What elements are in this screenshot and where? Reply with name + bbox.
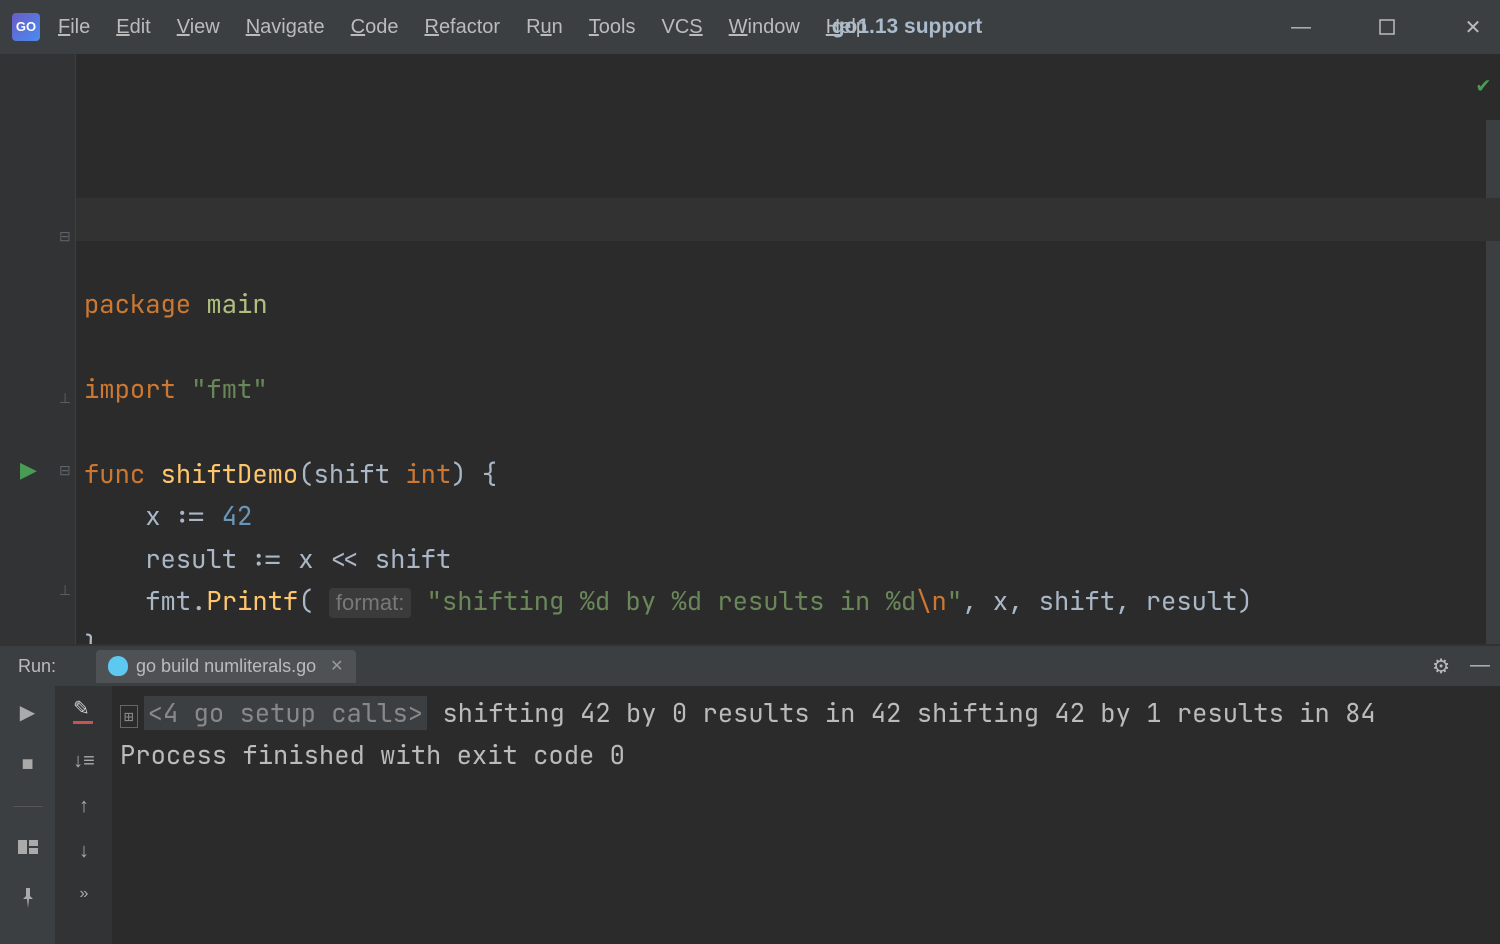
menu-run[interactable]: Run <box>526 16 563 39</box>
exit-line: Process finished with exit code 0 <box>120 738 625 772</box>
edit-icon[interactable] <box>73 700 95 728</box>
close-button[interactable]: ✕ <box>1458 15 1488 40</box>
op-shift: << <box>329 542 360 576</box>
window-controls: — ✕ <box>1286 15 1488 40</box>
app-badge: GO <box>16 19 36 34</box>
import-path: "fmt" <box>191 372 268 406</box>
stop-icon[interactable]: ■ <box>16 753 40 776</box>
app-icon: GO <box>12 13 40 41</box>
func-name: shiftDemo <box>161 457 299 491</box>
output-line: shifting 42 by 1 results in 84 <box>917 696 1376 730</box>
call-printf: Printf <box>206 584 298 618</box>
menu-window[interactable]: Window <box>729 16 800 39</box>
inspection-ok-icon[interactable]: ✔ <box>1477 64 1490 107</box>
op: := <box>176 499 207 533</box>
menu-edit[interactable]: Edit <box>116 16 150 39</box>
type: int <box>405 457 451 491</box>
scroll-down-icon[interactable]: ↓ <box>79 840 89 863</box>
fold-marker[interactable]: ⊟ <box>59 228 71 245</box>
pkg-fmt: fmt <box>145 584 191 618</box>
expand-icon[interactable]: » <box>80 885 89 903</box>
fold-expand-icon[interactable]: ⊞ <box>120 705 138 728</box>
code-editor[interactable]: ✔ package main import "fmt" func shiftDe… <box>76 54 1500 644</box>
editor-area: ▶ ⊟ ⊥ ⊟ ⊥ ✔ package main import "fmt" fu… <box>0 54 1500 644</box>
separator <box>13 806 43 807</box>
run-toolbar-inner: ↓≡ ↑ ↓ » <box>56 686 112 944</box>
menu-view[interactable]: View <box>177 16 220 39</box>
run-gutter-icon[interactable]: ▶ <box>20 457 37 483</box>
fold-marker[interactable]: ⊟ <box>59 462 71 479</box>
fold-end-marker[interactable]: ⊥ <box>59 582 71 599</box>
current-line-highlight <box>76 198 1500 241</box>
kw-import: import <box>84 372 176 406</box>
var-result: result <box>145 542 237 576</box>
soft-wrap-icon[interactable]: ↓≡ <box>73 750 95 773</box>
escape: \n <box>916 584 947 618</box>
run-panel-header: Run: go build numliterals.go ✕ ⚙ — <box>0 646 1500 686</box>
scroll-up-icon[interactable]: ↑ <box>79 795 89 818</box>
kw-package: package <box>84 287 191 321</box>
run-toolbar-left: ▶ ■ <box>0 686 56 944</box>
menu-code[interactable]: Code <box>351 16 399 39</box>
gopher-icon <box>108 656 128 676</box>
literal: 42 <box>222 499 253 533</box>
op: := <box>252 542 283 576</box>
project-title: go1.13 support <box>832 15 983 39</box>
titlebar: GO File Edit View Navigate Code Refactor… <box>0 0 1500 54</box>
gear-icon[interactable]: ⚙ <box>1432 654 1450 679</box>
folded-calls[interactable]: <4 go setup calls> <box>144 696 427 730</box>
inlay-hint: format: <box>329 588 411 618</box>
layout-icon[interactable] <box>16 837 40 860</box>
param: shift <box>314 457 391 491</box>
args: , x, shift, result) <box>962 584 1253 618</box>
hide-panel-icon[interactable]: — <box>1470 654 1490 679</box>
output-line: shifting 42 by 0 results in 42 <box>442 696 901 730</box>
run-panel-body: ▶ ■ ↓≡ ↑ ↓ » ⊞ <4 go setup calls> shiftin… <box>0 686 1500 944</box>
pin-icon[interactable] <box>16 888 40 914</box>
run-config-tab[interactable]: go build numliterals.go ✕ <box>96 650 356 683</box>
ref-shift: shift <box>375 542 452 576</box>
ref-x: x <box>298 542 313 576</box>
console-output[interactable]: ⊞ <4 go setup calls> shifting 42 by 0 res… <box>112 686 1500 944</box>
maximize-button[interactable] <box>1372 15 1402 40</box>
string-lit-end: " <box>947 584 962 618</box>
pkg-name: main <box>206 287 267 321</box>
kw-func: func <box>84 457 145 491</box>
minimize-button[interactable]: — <box>1286 15 1316 40</box>
var-x: x <box>145 499 160 533</box>
run-tab-label: go build numliterals.go <box>136 656 316 677</box>
main-menu: File Edit View Navigate Code Refactor Ru… <box>58 16 867 39</box>
fold-end-marker[interactable]: ⊥ <box>59 390 71 407</box>
code-content: package main import "fmt" func shiftDemo… <box>84 283 1500 645</box>
menu-tools[interactable]: Tools <box>589 16 636 39</box>
run-panel: Run: go build numliterals.go ✕ ⚙ — ▶ ■ ↓… <box>0 644 1500 944</box>
menu-file[interactable]: File <box>58 16 90 39</box>
editor-gutter[interactable]: ▶ ⊟ ⊥ ⊟ ⊥ <box>0 54 76 644</box>
menu-vcs[interactable]: VCS <box>662 16 703 39</box>
run-panel-label: Run: <box>18 656 56 677</box>
string-lit: "shifting %d by %d results in %d <box>427 584 917 618</box>
menu-refactor[interactable]: Refactor <box>424 16 500 39</box>
close-tab-icon[interactable]: ✕ <box>330 656 343 676</box>
menu-navigate[interactable]: Navigate <box>246 16 325 39</box>
run-panel-controls: ⚙ — <box>1432 654 1490 679</box>
rerun-icon[interactable]: ▶ <box>16 700 40 725</box>
